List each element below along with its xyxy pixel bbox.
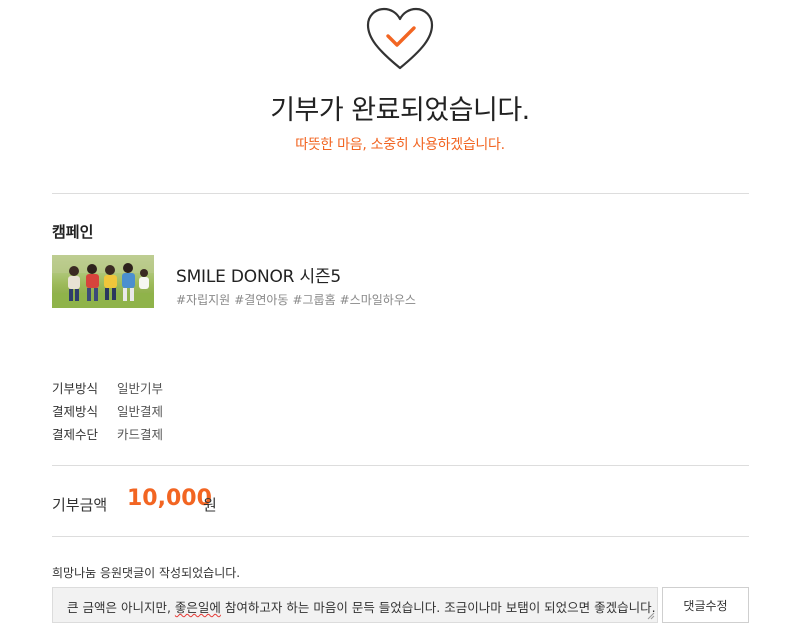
campaign-photo-image [52, 255, 154, 308]
divider [52, 536, 749, 537]
campaign-section-title: 캠페인 [52, 223, 94, 241]
payment-method-row: 결제방식 일반결제 [52, 401, 163, 420]
divider [52, 193, 749, 194]
donation-method-row: 기부방식 일반기부 [52, 378, 163, 397]
edit-comment-button[interactable]: 댓글수정 [662, 587, 749, 623]
comment-text-spellcheck: 좋은일에 [174, 600, 221, 615]
amount-unit: 원 [203, 496, 217, 514]
resize-grip-icon[interactable] [647, 612, 655, 620]
payment-means-row: 결제수단 카드결제 [52, 424, 163, 443]
tag: #자립지원 [176, 293, 231, 307]
amount-label: 기부금액 [52, 496, 108, 514]
tag: #스마일하우스 [339, 293, 416, 307]
tag: #결연아동 [234, 293, 289, 307]
tag: #그룹홈 [292, 293, 336, 307]
comment-text: 참여하고자 하는 마음이 문득 들었습니다. 조금이나마 보탬이 되었으면 좋겠… [220, 600, 656, 615]
page-subtitle: 따뜻한 마음, 소중히 사용하겠습니다. [295, 137, 505, 153]
detail-value: 일반결제 [117, 404, 164, 419]
comment-text: 큰 금액은 아니지만, [67, 600, 175, 615]
detail-label: 결제수단 [52, 427, 99, 442]
detail-value: 카드결제 [117, 427, 164, 442]
detail-value: 일반기부 [117, 381, 164, 396]
page-title: 기부가 완료되었습니다. [270, 95, 530, 126]
divider [52, 465, 749, 466]
heart-check-icon [366, 7, 434, 70]
campaign-name[interactable]: SMILE DONOR 시즌5 [176, 262, 341, 287]
comment-textarea[interactable]: 큰 금액은 아니지만, 좋은일에 참여하고자 하는 마음이 문득 들었습니다. … [52, 587, 658, 623]
campaign-tags: #자립지원 #결연아동 #그룹홈 #스마일하우스 [176, 291, 420, 308]
detail-label: 결제방식 [52, 404, 99, 419]
campaign-thumbnail[interactable] [52, 255, 154, 308]
amount-value: 10,000 [127, 486, 212, 511]
comment-notice: 희망나눔 응원댓글이 작성되었습니다. [52, 566, 241, 580]
detail-label: 기부방식 [52, 381, 99, 396]
